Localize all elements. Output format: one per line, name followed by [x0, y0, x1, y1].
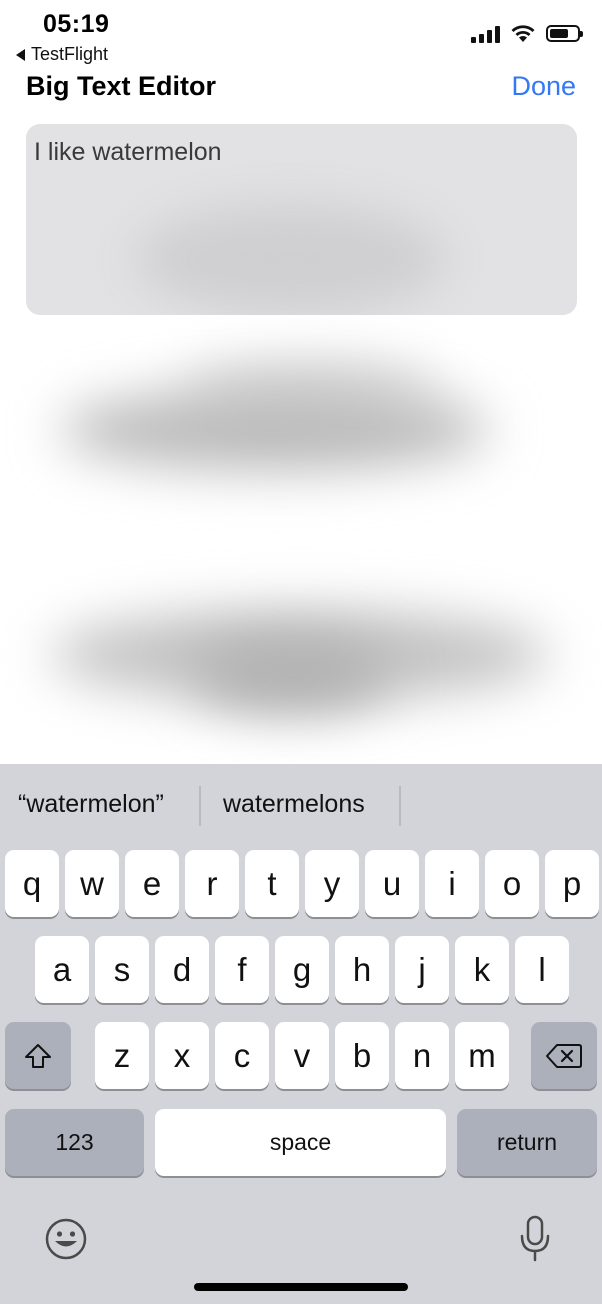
key-z[interactable]: z [95, 1022, 149, 1089]
back-app-label: TestFlight [31, 44, 109, 64]
key-w[interactable]: w [65, 850, 119, 917]
suggestion-bar: “watermelon” watermelons [0, 764, 602, 848]
numbers-key[interactable]: 123 [5, 1109, 144, 1176]
key-v[interactable]: v [275, 1022, 329, 1089]
key-a[interactable]: a [35, 936, 89, 1003]
wifi-icon [511, 25, 535, 42]
key-r[interactable]: r [185, 850, 239, 917]
home-indicator[interactable] [194, 1283, 408, 1291]
key-t[interactable]: t [245, 850, 299, 917]
back-to-app-button[interactable]: TestFlight [16, 44, 108, 65]
status-icons [471, 24, 583, 43]
shift-key[interactable] [5, 1022, 71, 1089]
emoji-button[interactable] [44, 1217, 88, 1266]
key-c[interactable]: c [215, 1022, 269, 1089]
page-title: Big Text Editor [26, 71, 217, 101]
space-key[interactable]: space [155, 1109, 446, 1176]
microphone-icon [520, 1215, 550, 1262]
key-d[interactable]: d [155, 936, 209, 1003]
key-u[interactable]: u [365, 850, 419, 917]
emoji-icon [45, 1218, 87, 1260]
cellular-signal-icon [471, 25, 500, 43]
done-button[interactable]: Done [511, 71, 576, 102]
key-b[interactable]: b [335, 1022, 389, 1089]
suggestion-divider [399, 786, 401, 826]
dictation-button[interactable] [518, 1214, 552, 1269]
battery-icon [546, 25, 583, 42]
key-y[interactable]: y [305, 850, 359, 917]
key-n[interactable]: n [395, 1022, 449, 1089]
blurred-content [190, 640, 390, 710]
key-g[interactable]: g [275, 936, 329, 1003]
key-l[interactable]: l [515, 936, 569, 1003]
editor-text: I like watermelon [34, 138, 222, 166]
key-s[interactable]: s [95, 936, 149, 1003]
key-e[interactable]: e [125, 850, 179, 917]
return-key[interactable]: return [457, 1109, 597, 1176]
shift-icon [25, 1043, 51, 1068]
blurred-content [136, 204, 446, 314]
suggestion-divider [199, 786, 201, 826]
status-time: 05:19 [43, 10, 110, 38]
suggestion-item[interactable]: watermelons [223, 790, 365, 819]
key-q[interactable]: q [5, 850, 59, 917]
text-editor[interactable]: I like watermelon [26, 124, 577, 315]
delete-key[interactable] [531, 1022, 597, 1089]
key-k[interactable]: k [455, 936, 509, 1003]
back-arrow-icon [16, 48, 25, 61]
key-h[interactable]: h [335, 936, 389, 1003]
key-i[interactable]: i [425, 850, 479, 917]
key-j[interactable]: j [395, 936, 449, 1003]
suggestion-item[interactable]: “watermelon” [18, 790, 164, 819]
delete-icon [546, 1043, 582, 1068]
keyboard: “watermelon” watermelons q w e r t y u i… [0, 764, 602, 1304]
key-f[interactable]: f [215, 936, 269, 1003]
key-x[interactable]: x [155, 1022, 209, 1089]
blurred-content [60, 390, 490, 470]
key-o[interactable]: o [485, 850, 539, 917]
key-m[interactable]: m [455, 1022, 509, 1089]
key-p[interactable]: p [545, 850, 599, 917]
